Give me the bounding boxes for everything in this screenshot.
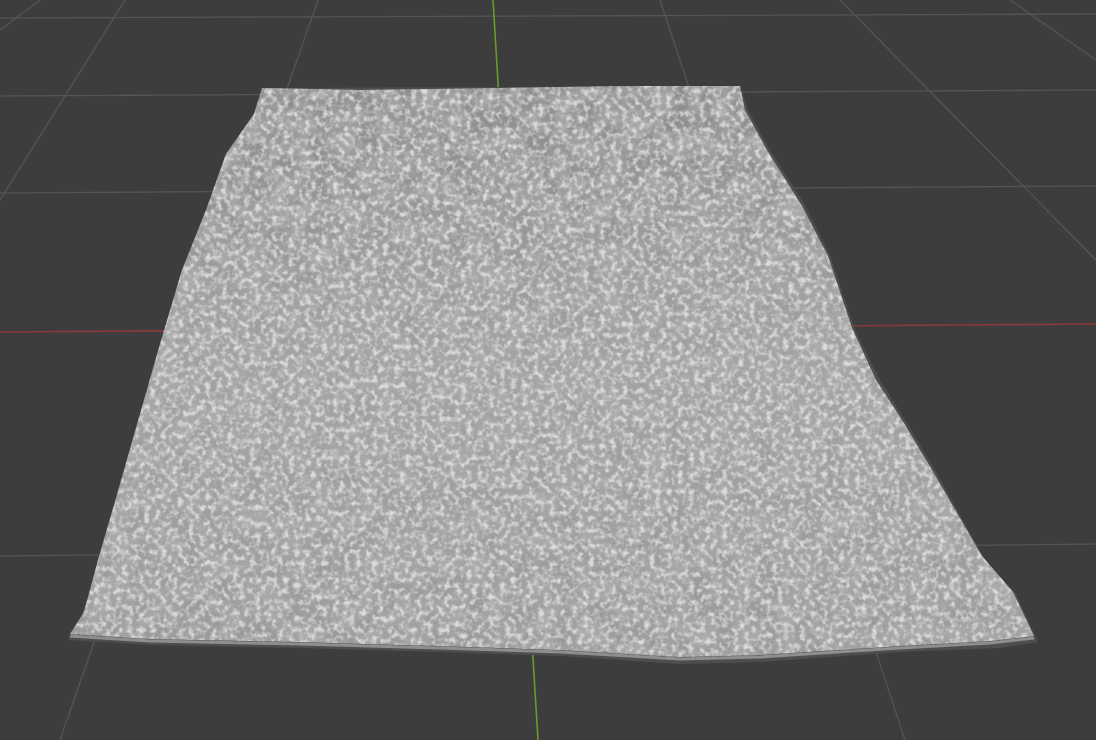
viewport-canvas[interactable] [0,0,1096,740]
grid-line [0,13,1096,19]
grid-line [1009,0,1096,61]
grid-line [839,0,1096,261]
mesh-surface-detail [70,86,1034,657]
3d-viewport[interactable] [0,0,1096,740]
grid-line [0,0,126,201]
grid-line [0,0,41,31]
